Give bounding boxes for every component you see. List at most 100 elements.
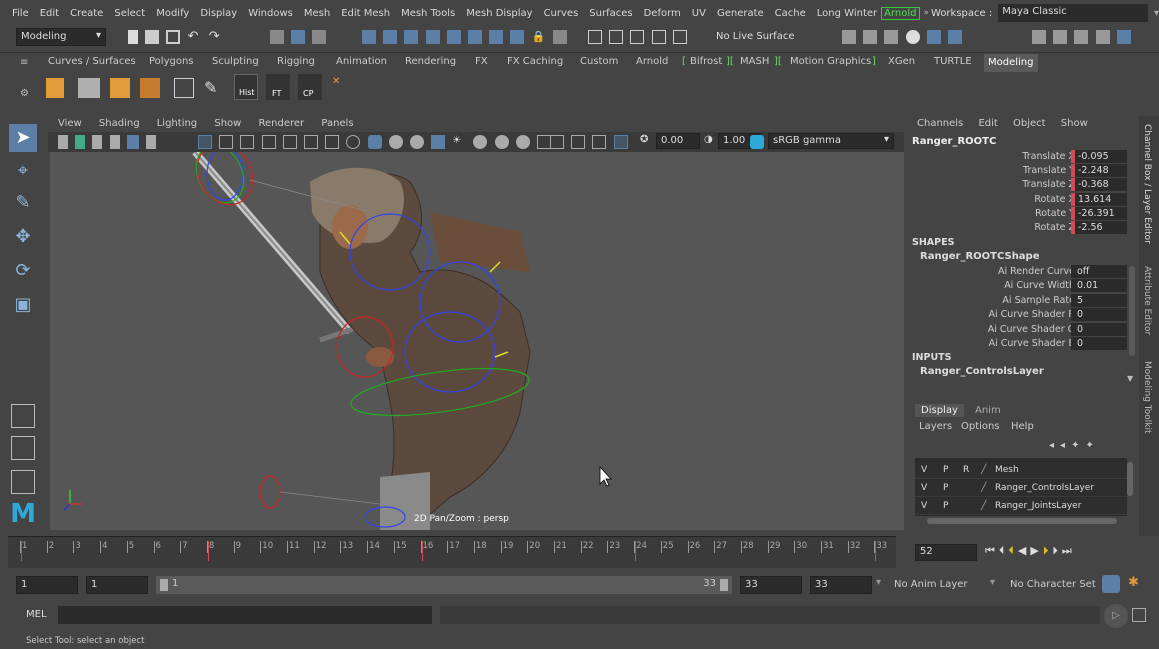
grid-toggle-icon[interactable] — [198, 135, 212, 149]
select-misc-icon[interactable] — [510, 30, 525, 44]
rotate-tool-icon[interactable]: ⟳ — [9, 260, 37, 288]
tool-settings-icon[interactable] — [1074, 30, 1089, 44]
anti-aliasing-icon[interactable] — [515, 135, 530, 149]
input-node-name[interactable]: Ranger_ControlsLayer — [920, 366, 1044, 377]
move-layer-up-icon[interactable]: ◂ — [1049, 440, 1060, 451]
arnold-render-view-icon[interactable] — [926, 30, 941, 44]
side-tab-channel-box[interactable]: Channel Box / Layer Editor — [1142, 124, 1152, 244]
menu-windows[interactable]: Windows — [248, 8, 293, 19]
shelf-tab-turtle[interactable]: TURTLE — [934, 56, 972, 67]
bookmarks-icon[interactable] — [92, 135, 103, 149]
polygon-cube-icon[interactable] — [110, 78, 130, 98]
workspace-dropdown-icon[interactable]: ▾ — [1154, 8, 1159, 19]
viewport-menu-renderer[interactable]: Renderer — [259, 118, 305, 129]
layer-tab-anim[interactable]: Anim — [975, 405, 1001, 416]
viewport-menu-show[interactable]: Show — [214, 118, 241, 129]
attribute-editor-icon[interactable] — [1053, 30, 1068, 44]
channel-row[interactable]: Rotate Y -26.391 — [907, 207, 1139, 221]
layer-row[interactable]: V P R ╱ Mesh — [915, 462, 1127, 479]
history-button[interactable]: Hist — [234, 74, 258, 100]
layer-color-icon[interactable]: ╱ — [981, 465, 986, 475]
layer-menu-help[interactable]: Help — [1011, 421, 1034, 432]
exposure-field[interactable]: 0.00 — [656, 133, 700, 149]
viewport-menu-shading[interactable]: Shading — [99, 118, 140, 129]
auto-key-icon[interactable] — [1102, 575, 1120, 593]
select-curves-icon[interactable] — [404, 30, 419, 44]
step-forward-key-icon[interactable]: ⏵ — [1043, 544, 1053, 557]
select-dynamics-icon[interactable] — [467, 30, 482, 44]
workspace-select[interactable]: Maya Classic — [998, 4, 1148, 22]
snap-point-icon[interactable] — [630, 30, 645, 44]
viewport-menu-panels[interactable]: Panels — [321, 118, 353, 129]
gamma-icon[interactable]: ◑ — [704, 134, 713, 145]
single-perspective-layout-icon[interactable] — [11, 404, 35, 428]
channel-row[interactable]: Translate X -0.095 — [907, 150, 1139, 164]
field-chart-icon[interactable] — [282, 135, 297, 149]
render-frame-icon[interactable] — [842, 30, 856, 44]
shelf-tab-mash[interactable]: MASH — [740, 56, 769, 67]
menu-modify[interactable]: Modify — [156, 8, 189, 19]
shelf-menu-icon[interactable]: ≡ — [20, 57, 28, 68]
combine-icon[interactable] — [78, 78, 100, 98]
select-tool-icon[interactable]: ➤ — [9, 124, 37, 152]
layer-editor-icon[interactable] — [1116, 30, 1131, 44]
menu-mesh-tools[interactable]: Mesh Tools — [401, 8, 455, 19]
xray-icon[interactable] — [571, 135, 586, 149]
playback-end-field[interactable]: 33 — [740, 576, 802, 594]
anim-layer-select[interactable]: No Anim Layer — [894, 579, 968, 590]
channel-menu-edit[interactable]: Edit — [978, 118, 997, 129]
layer-tab-display[interactable]: Display — [915, 404, 964, 417]
step-back-frame-icon[interactable]: ⏴ — [999, 544, 1009, 557]
lock-selection-icon[interactable]: 🔒 — [532, 30, 546, 44]
shape-attr-value-field[interactable]: 0 — [1071, 323, 1127, 336]
step-back-key-icon[interactable]: ⏴ — [1008, 544, 1018, 557]
persp-outliner-layout-icon[interactable] — [11, 470, 35, 494]
menu-curves[interactable]: Curves — [544, 8, 579, 19]
grease-pencil-icon[interactable] — [145, 135, 156, 149]
channel-value-field[interactable]: -2.248 — [1071, 164, 1127, 177]
select-deformations-icon[interactable] — [446, 30, 461, 44]
new-scene-icon[interactable] — [128, 30, 138, 44]
layer-name[interactable]: Mesh — [995, 465, 1019, 475]
layer-row[interactable]: V P ╱ Ranger_JointsLayer — [915, 498, 1127, 515]
selected-object-name[interactable]: Ranger_ROOTC — [912, 136, 996, 147]
two-d-pan-zoom-icon[interactable] — [126, 135, 139, 149]
shape-attr-row[interactable]: Ai Curve Shader R 0 — [907, 308, 1139, 322]
script-editor-window-icon[interactable] — [1132, 608, 1146, 622]
menu-display[interactable]: Display — [200, 8, 237, 19]
resolution-gate-icon[interactable] — [240, 135, 255, 149]
live-surface-label[interactable]: No Live Surface — [716, 31, 794, 42]
menu-uv[interactable]: UV — [692, 8, 706, 19]
playback-start-field[interactable]: 1 — [86, 576, 148, 594]
range-slider-bar[interactable]: 1 33 — [156, 576, 732, 594]
viewport-persp[interactable]: 2D Pan/Zoom : persp — [50, 152, 904, 530]
go-to-start-icon[interactable]: ⏮ — [985, 544, 999, 557]
keyframe-marker[interactable] — [207, 541, 209, 561]
scale-tool-icon[interactable]: ▣ — [9, 294, 37, 322]
shape-attr-value-field[interactable]: 0.01 — [1071, 279, 1127, 292]
shelf-tab-rendering[interactable]: Rendering — [405, 56, 456, 67]
menu-select[interactable]: Select — [114, 8, 145, 19]
shape-attr-row[interactable]: Ai Render Curve off — [907, 265, 1139, 279]
channel-row[interactable]: Translate Y -2.248 — [907, 164, 1139, 178]
keyframe-marker[interactable] — [875, 541, 877, 561]
channel-menu-object[interactable]: Object — [1013, 118, 1046, 129]
safe-title-icon[interactable] — [325, 135, 340, 149]
shadows-icon[interactable]: ☀ — [452, 135, 466, 149]
layer-name[interactable]: Ranger_JointsLayer — [995, 501, 1081, 511]
layer-visibility-toggle[interactable]: V — [921, 483, 927, 493]
menu-mesh[interactable]: Mesh — [304, 8, 330, 19]
shelf-tab-motion-graphics[interactable]: Motion Graphics — [790, 56, 871, 67]
layer-playback-toggle[interactable]: P — [943, 483, 948, 493]
film-gate-icon[interactable] — [219, 135, 234, 149]
snap-curve-icon[interactable] — [609, 30, 624, 44]
shape-node-name[interactable]: Ranger_ROOTCShape — [920, 251, 1040, 262]
paint-select-tool-icon[interactable]: ✎ — [9, 192, 37, 220]
shelf-tab-animation[interactable]: Animation — [336, 56, 387, 67]
select-camera-icon[interactable] — [58, 135, 68, 149]
open-scene-icon[interactable] — [145, 30, 160, 44]
shelf-tab-sculpting[interactable]: Sculpting — [212, 56, 259, 67]
play-forwards-icon[interactable]: ▶ — [1030, 544, 1042, 557]
shape-attr-row[interactable]: Ai Curve Width 0.01 — [907, 279, 1139, 293]
pencil-icon[interactable]: ✎ — [204, 78, 224, 98]
